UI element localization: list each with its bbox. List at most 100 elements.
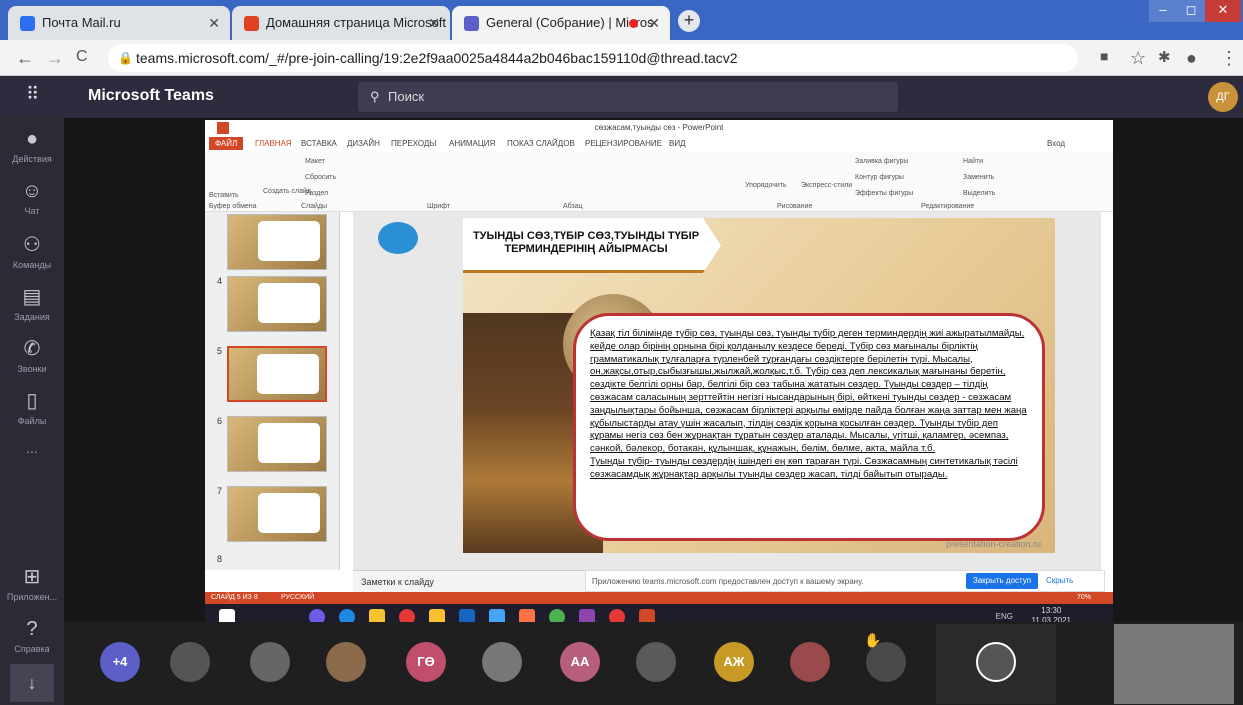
profile-icon[interactable]: ● — [1186, 48, 1197, 69]
bell-icon: ● — [25, 128, 39, 150]
participant-avatar[interactable] — [250, 642, 290, 682]
ppt-tab-review[interactable]: РЕЦЕНЗИРОВАНИЕ — [585, 139, 662, 148]
rail-files[interactable]: ▯ Файлы — [0, 388, 64, 426]
download-icon[interactable]: ↓ — [10, 664, 54, 702]
ribbon-quick-styles[interactable]: Экспресс-стили — [801, 182, 852, 189]
url-text: teams.microsoft.com/_#/pre-join-calling/… — [136, 50, 738, 66]
phone-icon: ✆ — [23, 338, 41, 360]
url-field[interactable]: 🔒 teams.microsoft.com/_#/pre-join-callin… — [108, 44, 1078, 72]
ppt-signin[interactable]: Вход — [1047, 139, 1065, 148]
participant-avatar[interactable] — [636, 642, 676, 682]
participant-avatar[interactable]: ГӨ — [406, 642, 446, 682]
participant-avatar[interactable] — [326, 642, 366, 682]
rail-more[interactable]: ... — [0, 440, 64, 456]
participant-avatar[interactable] — [790, 642, 830, 682]
menu-icon[interactable]: ⋮ — [1220, 48, 1238, 69]
language-indicator[interactable]: ENG — [996, 612, 1013, 621]
ribbon-find[interactable]: Найти — [963, 158, 983, 165]
participant-avatar[interactable] — [170, 642, 210, 682]
hide-share-bar-button[interactable]: Скрыть — [1046, 573, 1073, 589]
thumbnail-6[interactable] — [227, 416, 327, 472]
extensions-icon[interactable]: ✱ — [1158, 48, 1171, 66]
forward-icon[interactable]: → — [46, 48, 64, 69]
ppt-tab-view[interactable]: ВИД — [669, 139, 686, 148]
zoom-level[interactable]: 70% — [1077, 592, 1091, 604]
tab-office[interactable]: Домашняя страница Microsoft Offi ✕ — [232, 6, 450, 40]
rail-chat[interactable]: ☺ Чат — [0, 180, 64, 216]
ppt-tab-slideshow[interactable]: ПОКАЗ СЛАЙДОВ — [507, 139, 575, 148]
ribbon-select[interactable]: Выделить — [963, 190, 995, 197]
app-launcher-icon[interactable]: ⠿ — [26, 84, 39, 105]
star-icon[interactable]: ☆ — [1130, 48, 1146, 69]
notes-label: Заметки к слайду — [361, 577, 434, 587]
share-message: Приложению teams.microsoft.com предостав… — [592, 577, 864, 586]
ppt-tab-home[interactable]: ГЛАВНАЯ — [255, 139, 292, 148]
thumbnail-4[interactable] — [227, 276, 327, 332]
ribbon-outline[interactable]: Контур фигуры — [855, 174, 904, 181]
ribbon-fill[interactable]: Заливка фигуры — [855, 158, 908, 165]
ribbon-replace[interactable]: Заменить — [963, 174, 994, 181]
ribbon-group-label: Абзац — [563, 203, 583, 210]
raised-hand-icon: ✋ — [864, 632, 882, 648]
ribbon-create-slide[interactable]: Создать слайд — [263, 188, 311, 195]
shared-screen: сөзжасам,туынды сөз - PowerPoint ФАЙЛ ГЛ… — [205, 120, 1113, 630]
close-icon[interactable]: ✕ — [648, 6, 660, 40]
participant-avatar[interactable]: АА — [560, 642, 600, 682]
ppt-tab-insert[interactable]: ВСТАВКА — [301, 139, 337, 148]
stop-sharing-button[interactable]: Закрыть доступ — [966, 573, 1038, 589]
rail-activity[interactable]: ● Действия — [0, 128, 64, 164]
avatar[interactable]: ДГ — [1208, 82, 1238, 112]
rail-teams[interactable]: ⚇ Команды — [0, 232, 64, 270]
search-icon: ⚲ — [370, 89, 380, 104]
search-input[interactable]: ⚲ Поиск — [358, 82, 898, 112]
camera-icon[interactable]: ■ — [1100, 48, 1108, 64]
clock-time: 13:30 — [1041, 606, 1062, 615]
ppt-tab-transitions[interactable]: ПЕРЕХОДЫ — [391, 139, 436, 148]
ribbon-group-label: Рисование — [777, 203, 813, 210]
ppt-tab-animation[interactable]: АНИМАЦИЯ — [449, 139, 495, 148]
ppt-ribbon-tabs: ФАЙЛ ГЛАВНАЯ ВСТАВКА ДИЗАЙН ПЕРЕХОДЫ АНИ… — [205, 136, 1113, 152]
participant-avatar[interactable] — [482, 642, 522, 682]
rail-help[interactable]: ? Справка — [0, 618, 64, 654]
address-bar-row: ← → C 🔒 teams.microsoft.com/_#/pre-join-… — [0, 40, 1243, 76]
participant-avatar[interactable]: АЖ — [714, 642, 754, 682]
slide[interactable]: ТУЫНДЫ СӨЗ,ТҮБІР СӨЗ,ТУЫНДЫ ТҮБІР ТЕРМИН… — [463, 218, 1055, 553]
maximize-icon[interactable]: ◻ — [1177, 0, 1205, 22]
minimize-icon[interactable]: – — [1149, 0, 1177, 22]
rail-label: Приложен... — [6, 592, 58, 602]
rail-apps[interactable]: ⊞ Приложен... — [0, 564, 64, 602]
help-icon: ? — [26, 618, 38, 640]
new-tab-button[interactable]: + — [678, 10, 700, 32]
ppt-tab-file[interactable]: ФАЙЛ — [209, 137, 244, 150]
ribbon-group-label: Редактирование — [921, 203, 975, 210]
close-icon[interactable]: ✕ — [208, 6, 220, 40]
participant-overflow[interactable]: +4 — [100, 642, 140, 682]
close-icon[interactable]: ✕ — [428, 6, 440, 40]
ppt-ribbon: Вставить Создать слайд Макет Сбросить Ра… — [205, 152, 1113, 212]
ppt-tab-design[interactable]: ДИЗАЙН — [347, 139, 380, 148]
reload-icon[interactable]: C — [76, 48, 88, 66]
rail-assignments[interactable]: ▤ Задания — [0, 284, 64, 322]
slide-thumbnails: 4 5 6 7 8 — [205, 212, 340, 570]
participant-video[interactable] — [1114, 624, 1234, 704]
thumbnail-5[interactable] — [227, 346, 327, 402]
rail-calls[interactable]: ✆ Звонки — [0, 336, 64, 374]
tab-mail[interactable]: Почта Mail.ru ✕ — [8, 6, 230, 40]
rail-label: Звонки — [17, 364, 47, 374]
thumbnail-3[interactable] — [227, 214, 327, 270]
ribbon-group-label: Шрифт — [427, 203, 451, 210]
powerpoint-icon — [217, 122, 229, 134]
ribbon-section[interactable]: Раздел — [305, 190, 328, 197]
ribbon-paste[interactable]: Вставить — [209, 192, 239, 199]
ribbon-layout[interactable]: Макет — [305, 158, 325, 165]
tab-teams[interactable]: General (Собрание) | Micros ✕ — [452, 6, 670, 40]
thumbnail-7[interactable] — [227, 486, 327, 542]
ribbon-arrange[interactable]: Упорядочить — [745, 182, 787, 189]
apps-icon: ⊞ — [23, 566, 41, 588]
ribbon-reset[interactable]: Сбросить — [305, 174, 336, 181]
teams-group-icon: ⚇ — [23, 234, 41, 256]
self-video[interactable] — [936, 624, 1056, 704]
back-icon[interactable]: ← — [16, 48, 34, 69]
close-window-icon[interactable]: ✕ — [1205, 0, 1241, 22]
ribbon-effects[interactable]: Эффекты фигуры — [855, 190, 913, 197]
